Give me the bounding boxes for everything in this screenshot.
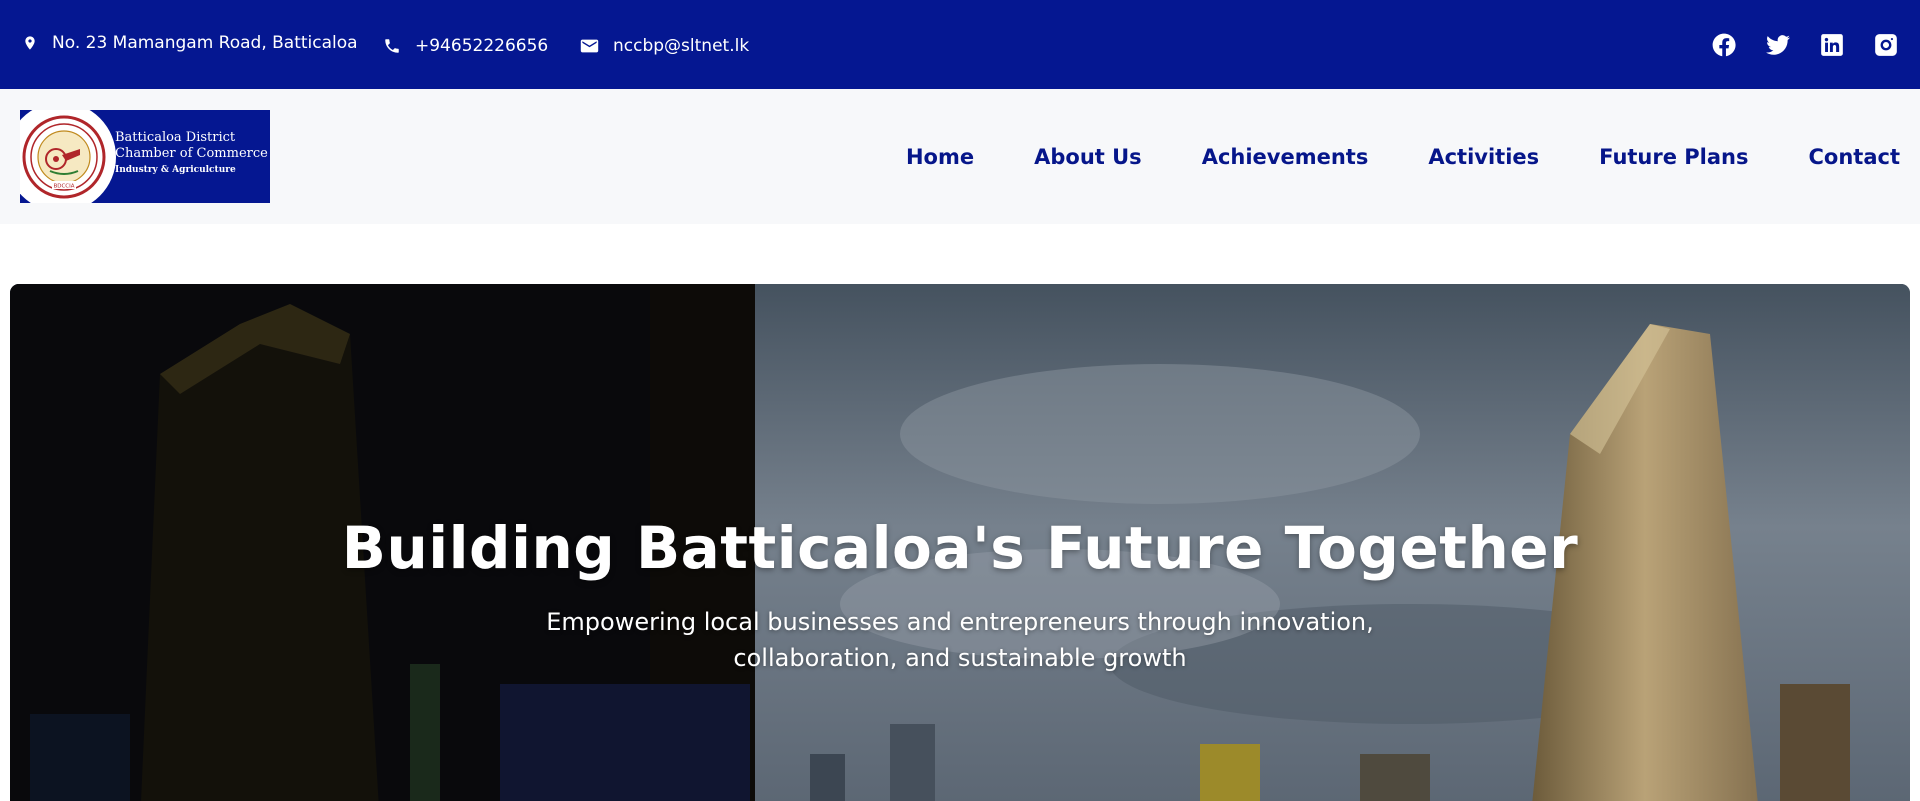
- social-links: [1710, 0, 1900, 89]
- hero-banner: Building Batticaloa's Future Together Em…: [10, 284, 1910, 801]
- nav-about-us[interactable]: About Us: [1034, 145, 1142, 169]
- twitter-icon[interactable]: [1764, 31, 1792, 59]
- site-header: BDCCIA Batticaloa District Chamber of Co…: [0, 89, 1920, 224]
- email-item[interactable]: nccbp@sltnet.lk: [580, 1, 749, 90]
- address-item: No. 23 Mamangam Road, Batticaloa: [22, 0, 358, 87]
- site-logo[interactable]: BDCCIA Batticaloa District Chamber of Co…: [20, 110, 270, 203]
- nav-home[interactable]: Home: [906, 145, 974, 169]
- phone-item[interactable]: +94652226656: [383, 1, 548, 90]
- location-pin-icon: [25, 35, 35, 50]
- top-contact-bar: No. 23 Mamangam Road, Batticaloa +946522…: [0, 0, 1920, 89]
- nav-activities[interactable]: Activities: [1428, 145, 1539, 169]
- phone-text[interactable]: +94652226656: [415, 36, 548, 56]
- logo-seal-text: BDCCIA: [53, 184, 74, 190]
- logo-line-3: Industry & Agriculcture: [115, 165, 236, 175]
- nav-contact[interactable]: Contact: [1809, 145, 1901, 169]
- main-nav: Home About Us Achievements Activities Fu…: [846, 89, 1900, 224]
- nav-future-plans[interactable]: Future Plans: [1599, 145, 1748, 169]
- linkedin-icon[interactable]: [1818, 31, 1846, 59]
- address-text: No. 23 Mamangam Road, Batticaloa: [52, 32, 358, 53]
- facebook-icon[interactable]: [1710, 31, 1738, 59]
- mail-icon: [580, 39, 599, 52]
- chamber-seal-icon: BDCCIA: [22, 115, 106, 199]
- logo-line-2: Chamber of Commerce: [115, 146, 268, 161]
- hero-title: Building Batticaloa's Future Together: [341, 514, 1579, 582]
- logo-text: Batticaloa District Chamber of Commerce …: [115, 130, 268, 178]
- email-text[interactable]: nccbp@sltnet.lk: [613, 36, 749, 56]
- phone-icon: [385, 38, 399, 53]
- logo-line-1: Batticaloa District: [115, 130, 236, 145]
- hero-subtitle: Empowering local businesses and entrepre…: [546, 608, 1374, 672]
- nav-achievements[interactable]: Achievements: [1202, 145, 1369, 169]
- hero-content: Building Batticaloa's Future Together Em…: [10, 514, 1910, 676]
- instagram-icon[interactable]: [1872, 31, 1900, 59]
